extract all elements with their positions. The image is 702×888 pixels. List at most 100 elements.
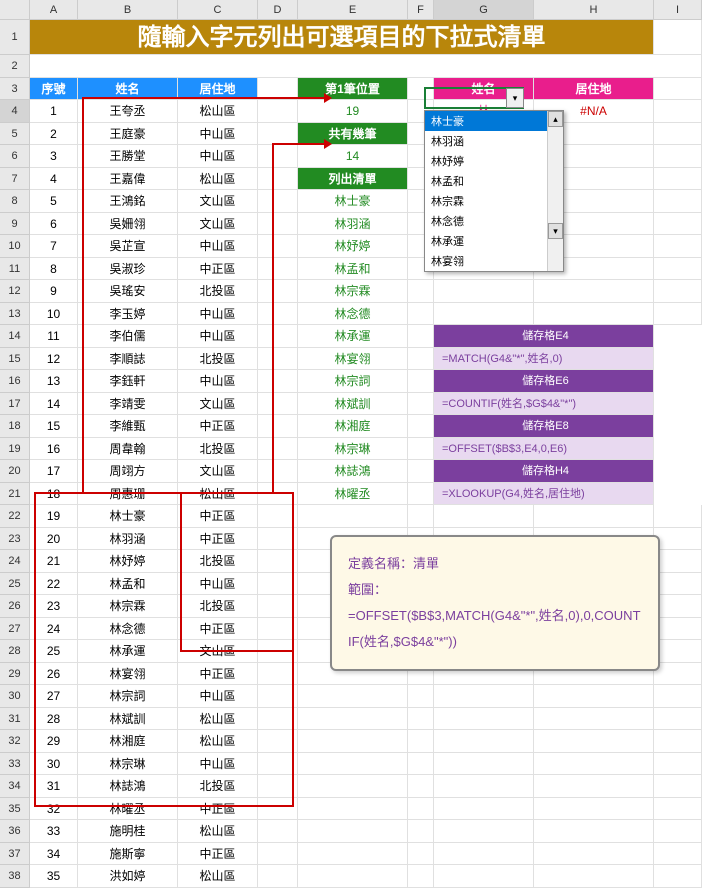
e20[interactable]: 林誌鴻 xyxy=(298,460,408,483)
row-header-11[interactable]: 11 xyxy=(0,258,30,281)
seq-22[interactable]: 22 xyxy=(30,573,78,596)
name-26[interactable]: 林宴翎 xyxy=(78,663,178,686)
name-19[interactable]: 林士豪 xyxy=(78,505,178,528)
e13[interactable]: 林念德 xyxy=(298,303,408,326)
scroll-up-icon[interactable]: ▴ xyxy=(548,111,563,127)
seq-29[interactable]: 29 xyxy=(30,730,78,753)
seq-4[interactable]: 4 xyxy=(30,168,78,191)
loc-24[interactable]: 中正區 xyxy=(178,618,258,641)
e6[interactable]: 14 xyxy=(298,145,408,168)
col-header-H[interactable]: H xyxy=(534,0,654,19)
seq-18[interactable]: 18 xyxy=(30,483,78,506)
name-16[interactable]: 周韋翰 xyxy=(78,438,178,461)
name-21[interactable]: 林妤婷 xyxy=(78,550,178,573)
seq-31[interactable]: 31 xyxy=(30,775,78,798)
row-header-35[interactable]: 35 xyxy=(0,798,30,821)
loc-5[interactable]: 文山區 xyxy=(178,190,258,213)
seq-12[interactable]: 12 xyxy=(30,348,78,371)
loc-4[interactable]: 松山區 xyxy=(178,168,258,191)
row-header-16[interactable]: 16 xyxy=(0,370,30,393)
seq-21[interactable]: 21 xyxy=(30,550,78,573)
seq-17[interactable]: 17 xyxy=(30,460,78,483)
seq-25[interactable]: 25 xyxy=(30,640,78,663)
loc-31[interactable]: 北投區 xyxy=(178,775,258,798)
dropdown-item[interactable]: 林宴翎 xyxy=(425,251,563,271)
seq-1[interactable]: 1 xyxy=(30,100,78,123)
row-header-34[interactable]: 34 xyxy=(0,775,30,798)
name-10[interactable]: 李玉婷 xyxy=(78,303,178,326)
loc-15[interactable]: 中正區 xyxy=(178,415,258,438)
dropdown-item[interactable]: 林孟和 xyxy=(425,171,563,191)
name-15[interactable]: 李維甄 xyxy=(78,415,178,438)
name-33[interactable]: 施明桂 xyxy=(78,820,178,843)
e9[interactable]: 林羽涵 xyxy=(298,213,408,236)
loc-21[interactable]: 北投區 xyxy=(178,550,258,573)
seq-7[interactable]: 7 xyxy=(30,235,78,258)
loc-30[interactable]: 中山區 xyxy=(178,753,258,776)
row-header-6[interactable]: 6 xyxy=(0,145,30,168)
col-header-E[interactable]: E xyxy=(298,0,408,19)
row-header-4[interactable]: 4 xyxy=(0,100,30,123)
col-header-D[interactable]: D xyxy=(258,0,298,19)
seq-33[interactable]: 33 xyxy=(30,820,78,843)
e17[interactable]: 林斌訓 xyxy=(298,393,408,416)
row-header-19[interactable]: 19 xyxy=(0,438,30,461)
e10[interactable]: 林妤婷 xyxy=(298,235,408,258)
col-header-G[interactable]: G xyxy=(434,0,534,19)
name-24[interactable]: 林念德 xyxy=(78,618,178,641)
row-header-10[interactable]: 10 xyxy=(0,235,30,258)
seq-6[interactable]: 6 xyxy=(30,213,78,236)
loc-32[interactable]: 中正區 xyxy=(178,798,258,821)
name-30[interactable]: 林宗琳 xyxy=(78,753,178,776)
loc-35[interactable]: 松山區 xyxy=(178,865,258,888)
e19[interactable]: 林宗琳 xyxy=(298,438,408,461)
seq-32[interactable]: 32 xyxy=(30,798,78,821)
seq-13[interactable]: 13 xyxy=(30,370,78,393)
row-header-9[interactable]: 9 xyxy=(0,213,30,236)
seq-26[interactable]: 26 xyxy=(30,663,78,686)
dropdown-item[interactable]: 林宗霖 xyxy=(425,191,563,211)
col-header-B[interactable]: B xyxy=(78,0,178,19)
seq-2[interactable]: 2 xyxy=(30,123,78,146)
loc-7[interactable]: 中山區 xyxy=(178,235,258,258)
name-35[interactable]: 洪如婷 xyxy=(78,865,178,888)
row-header-20[interactable]: 20 xyxy=(0,460,30,483)
name-4[interactable]: 王嘉偉 xyxy=(78,168,178,191)
row-header-1[interactable]: 1 xyxy=(0,20,30,55)
dropdown-item[interactable]: 林承運 xyxy=(425,231,563,251)
loc-12[interactable]: 北投區 xyxy=(178,348,258,371)
loc-34[interactable]: 中正區 xyxy=(178,843,258,866)
loc-19[interactable]: 中正區 xyxy=(178,505,258,528)
loc-18[interactable]: 松山區 xyxy=(178,483,258,506)
seq-23[interactable]: 23 xyxy=(30,595,78,618)
name-18[interactable]: 周惠珊 xyxy=(78,483,178,506)
name-8[interactable]: 吳淑珍 xyxy=(78,258,178,281)
row-header-21[interactable]: 21 xyxy=(0,483,30,506)
row-header-13[interactable]: 13 xyxy=(0,303,30,326)
row-header-36[interactable]: 36 xyxy=(0,820,30,843)
loc-33[interactable]: 松山區 xyxy=(178,820,258,843)
loc-23[interactable]: 北投區 xyxy=(178,595,258,618)
seq-27[interactable]: 27 xyxy=(30,685,78,708)
row-header-26[interactable]: 26 xyxy=(0,595,30,618)
name-23[interactable]: 林宗霖 xyxy=(78,595,178,618)
loc-28[interactable]: 松山區 xyxy=(178,708,258,731)
loc-14[interactable]: 文山區 xyxy=(178,393,258,416)
dropdown-list[interactable]: 林士豪林羽涵林妤婷林孟和林宗霖林念德林承運林宴翎 ▴ ▾ xyxy=(424,110,564,272)
loc-16[interactable]: 北投區 xyxy=(178,438,258,461)
row-header-31[interactable]: 31 xyxy=(0,708,30,731)
col-header-F[interactable]: F xyxy=(408,0,434,19)
seq-35[interactable]: 35 xyxy=(30,865,78,888)
row-header-5[interactable]: 5 xyxy=(0,123,30,146)
loc-25[interactable]: 文山區 xyxy=(178,640,258,663)
seq-3[interactable]: 3 xyxy=(30,145,78,168)
row-header-12[interactable]: 12 xyxy=(0,280,30,303)
row-header-15[interactable]: 15 xyxy=(0,348,30,371)
row-header-14[interactable]: 14 xyxy=(0,325,30,348)
e8[interactable]: 林士豪 xyxy=(298,190,408,213)
e4[interactable]: 19 xyxy=(298,100,408,123)
dropdown-item[interactable]: 林念德 xyxy=(425,211,563,231)
row-header-29[interactable]: 29 xyxy=(0,663,30,686)
name-20[interactable]: 林羽涵 xyxy=(78,528,178,551)
name-25[interactable]: 林承運 xyxy=(78,640,178,663)
